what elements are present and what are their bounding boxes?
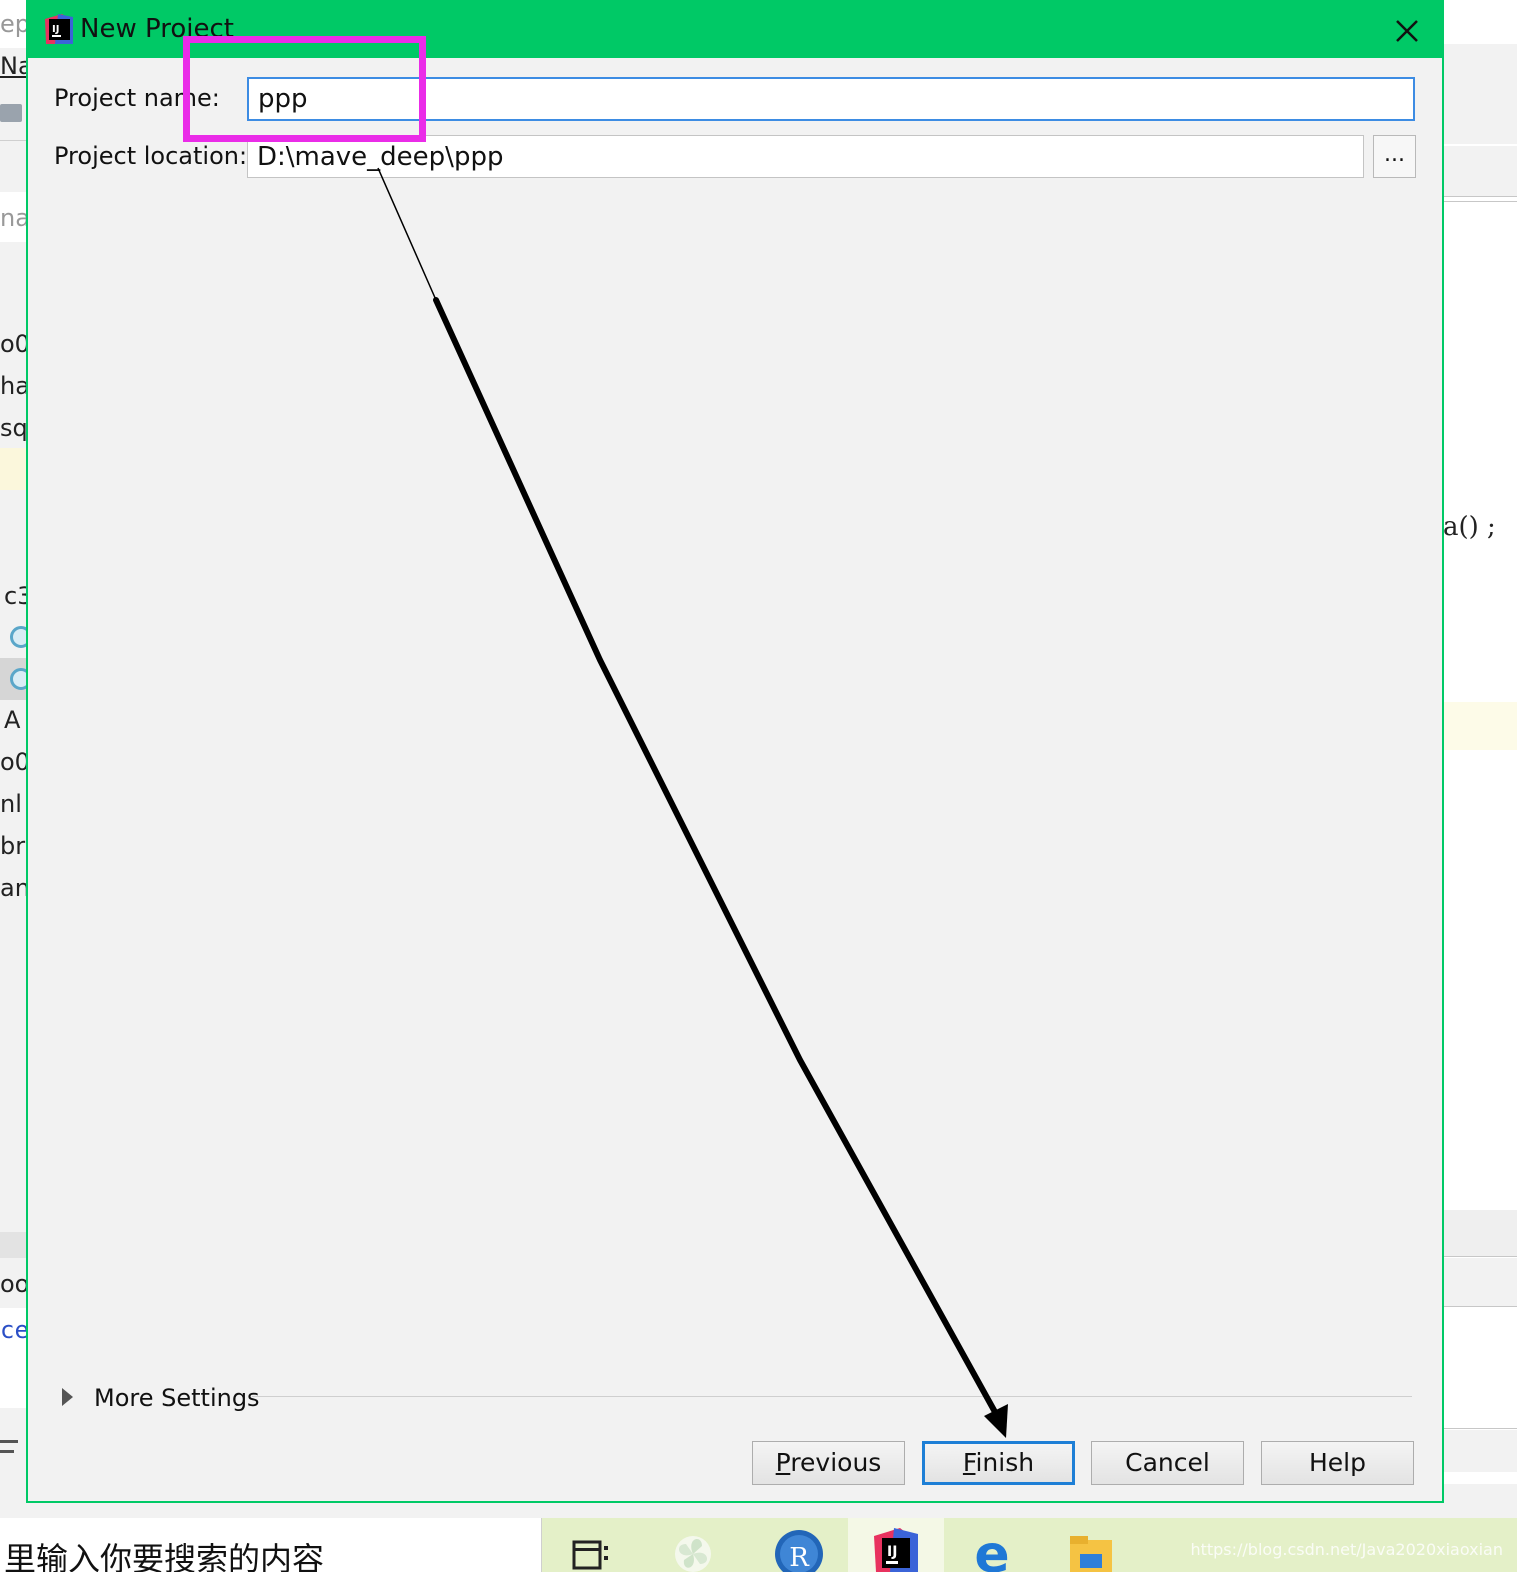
background-highlight-row <box>1443 702 1517 750</box>
svg-text:IJ: IJ <box>887 1544 897 1560</box>
finish-label: inish <box>975 1448 1035 1477</box>
background-text-fragment: nl <box>0 790 22 818</box>
background-text-fragment: A <box>4 706 21 734</box>
intellij-idea-icon: IJ <box>45 14 73 44</box>
background-text-fragment: oo <box>0 1270 30 1298</box>
r-language-icon[interactable]: R <box>774 1528 824 1572</box>
previous-mnemonic: P <box>775 1448 791 1477</box>
dialog-titlebar[interactable]: IJ New Project <box>28 2 1442 58</box>
more-settings-label: More Settings <box>94 1384 260 1412</box>
background-code-fragment: a() ; <box>1443 512 1496 542</box>
background-text-fragment: sq <box>0 414 28 442</box>
background-toolwindow-tabs <box>1443 1258 1517 1306</box>
close-icon[interactable] <box>1390 14 1424 48</box>
task-view-icon[interactable] <box>568 1528 618 1572</box>
intellij-idea-icon[interactable]: IJ <box>870 1528 920 1572</box>
browse-location-button[interactable]: ... <box>1373 135 1416 178</box>
project-name-input[interactable] <box>247 77 1415 121</box>
menu-lines-icon <box>0 1450 14 1453</box>
file-explorer-icon[interactable] <box>1066 1528 1116 1572</box>
project-location-input[interactable] <box>247 135 1364 178</box>
svg-text:IJ: IJ <box>52 24 59 35</box>
dialog-title: New Project <box>80 14 234 44</box>
background-ide-right-panel: a() ; <box>1443 0 1517 1520</box>
edge-browser-icon[interactable]: e <box>968 1528 1018 1572</box>
folder-icon <box>0 104 22 122</box>
taskbar-search-box[interactable]: 里输入你要搜索的内容 <box>0 1518 542 1572</box>
project-location-label: Project location: <box>54 142 248 170</box>
pinwheel-app-icon[interactable] <box>668 1528 718 1572</box>
expand-triangle-icon <box>62 1388 73 1406</box>
taskbar-search-text: 里输入你要搜索的内容 <box>4 1540 325 1572</box>
background-divider <box>1443 196 1517 197</box>
background-divider <box>1443 1428 1517 1429</box>
windows-taskbar: 里输入你要搜索的内容 R IJ e https://blog.csdn.net/… <box>0 1518 1517 1572</box>
background-text-fragment: ce <box>0 1316 29 1344</box>
project-name-label: Project name: <box>54 84 220 112</box>
background-divider <box>1443 1256 1517 1257</box>
previous-button[interactable]: Previous <box>752 1441 905 1485</box>
background-status-strip <box>1443 1430 1517 1472</box>
more-settings-separator <box>252 1396 1412 1397</box>
menu-lines-icon <box>0 1440 18 1443</box>
new-project-dialog: IJ New Project Project name: Project loc… <box>26 0 1444 1503</box>
background-tab-strip <box>1443 146 1517 196</box>
previous-label: revious <box>790 1448 882 1477</box>
svg-text:e: e <box>974 1528 1009 1572</box>
svg-text:R: R <box>789 1543 810 1572</box>
finish-button[interactable]: Finish <box>922 1441 1075 1485</box>
finish-mnemonic: F <box>962 1448 976 1477</box>
help-button[interactable]: Help <box>1261 1441 1414 1485</box>
cancel-button[interactable]: Cancel <box>1091 1441 1244 1485</box>
background-toolwindow-header <box>1443 1210 1517 1256</box>
background-divider <box>1443 1306 1517 1307</box>
background-divider <box>1443 201 1517 202</box>
background-text-fragment: br <box>0 832 26 860</box>
watermark-text: https://blog.csdn.net/Java2020xiaoxian <box>1190 1540 1503 1559</box>
background-toolbar-strip <box>1443 44 1517 144</box>
